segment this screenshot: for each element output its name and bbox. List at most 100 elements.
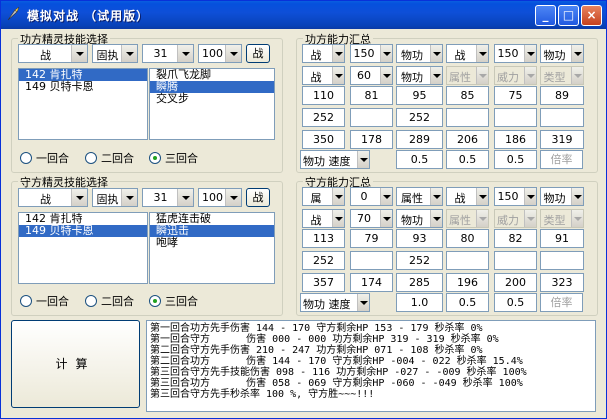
defender-mode-combo[interactable]: 物功 速度 <box>300 293 370 312</box>
defender-multiplier-cell[interactable]: 倍率 <box>540 293 583 312</box>
attacker-row2-combo-5[interactable]: 类型 <box>540 66 584 85</box>
attacker-stat-cell[interactable]: 319 <box>540 130 584 149</box>
defender-stat-cell[interactable]: 91 <box>540 229 584 248</box>
attacker-row2-combo-3[interactable]: 属性 <box>446 66 489 85</box>
defender-stat-cell[interactable]: 113 <box>302 229 345 248</box>
attacker-row2-combo-4[interactable]: 威力 <box>494 66 537 85</box>
defender-radio-3[interactable]: 三回合 <box>149 293 198 309</box>
defender-radio-1[interactable]: 一回合 <box>20 293 69 309</box>
attacker-stat-cell[interactable] <box>494 108 537 127</box>
defender-stat-cell[interactable] <box>494 251 537 270</box>
maximize-button[interactable]: □ <box>558 5 579 26</box>
defender-stat-cell[interactable]: 357 <box>302 273 345 292</box>
attacker-radio-2[interactable]: 二回合 <box>85 150 134 166</box>
attacker-stat-cell[interactable]: 186 <box>494 130 537 149</box>
attacker-mode-combo[interactable]: 物功 速度 <box>300 150 370 169</box>
attacker-row2-combo-2[interactable]: 物功 <box>396 66 443 85</box>
defender-stat-cell[interactable]: 200 <box>494 273 537 292</box>
attacker-row2-combo-0[interactable]: 战 <box>302 66 345 85</box>
defender-row1-combo-5[interactable]: 物功 <box>540 187 584 206</box>
defender-stat-cell[interactable]: 252 <box>396 251 443 270</box>
defender-row2-combo-2[interactable]: 物功 <box>396 209 443 228</box>
defender-type-combo[interactable]: 战 <box>18 188 88 207</box>
defender-stat-cell[interactable]: 80 <box>446 229 489 248</box>
attacker-pet-list[interactable]: 142 肯扎特 149 贝特卡恩 <box>18 68 148 140</box>
attacker-stat-cell[interactable]: 350 <box>302 130 345 149</box>
defender-multiplier-cell[interactable]: 0.5 <box>494 293 537 312</box>
attacker-row1-combo-0[interactable]: 战 <box>302 44 345 63</box>
defender-stat-cell[interactable]: 82 <box>494 229 537 248</box>
attacker-radio-3[interactable]: 三回合 <box>149 150 198 166</box>
attacker-hp-combo[interactable]: 100 <box>198 44 242 63</box>
attacker-stat-cell[interactable]: 89 <box>540 86 584 105</box>
defender-skill-list[interactable]: 猛虎连击破 瞬迅击 咆哮 <box>149 212 275 284</box>
attacker-stat-cell[interactable]: 85 <box>446 86 489 105</box>
defender-stat-cell[interactable] <box>446 251 489 270</box>
defender-stat-cell[interactable]: 323 <box>540 273 584 292</box>
attacker-skill-list[interactable]: 裂爪飞龙脚 瞬腾 交叉步 <box>149 68 275 140</box>
minimize-button[interactable]: _ <box>535 5 556 26</box>
list-item[interactable]: 交叉步 <box>150 93 274 105</box>
attacker-row1-combo-4[interactable]: 150 <box>494 44 537 63</box>
list-item[interactable]: 149 贝特卡恩 <box>19 81 147 93</box>
attacker-level-combo[interactable]: 31 <box>142 44 194 63</box>
list-item[interactable]: 149 贝特卡恩 <box>19 225 147 237</box>
attacker-stat-cell[interactable]: 81 <box>350 86 393 105</box>
defender-multiplier-cell[interactable]: 1.0 <box>396 293 443 312</box>
defender-row2-combo-5[interactable]: 类型 <box>540 209 584 228</box>
defender-multiplier-cell[interactable]: 0.5 <box>446 293 489 312</box>
defender-row1-combo-2[interactable]: 属性 <box>396 187 443 206</box>
defender-stat-cell[interactable]: 174 <box>350 273 393 292</box>
defender-type-button[interactable]: 战 <box>246 188 270 207</box>
attacker-stat-cell[interactable]: 75 <box>494 86 537 105</box>
defender-row1-combo-3[interactable]: 战 <box>446 187 489 206</box>
attacker-multiplier-cell[interactable]: 0.5 <box>396 150 443 169</box>
attacker-type-combo[interactable]: 战 <box>18 44 88 63</box>
defender-row1-combo-4[interactable]: 150 <box>494 187 537 206</box>
title-bar[interactable]: 模拟对战 （试用版） _ □ × <box>1 1 606 29</box>
attacker-stat-cell[interactable]: 252 <box>396 108 443 127</box>
defender-row2-combo-3[interactable]: 属性 <box>446 209 489 228</box>
defender-row2-combo-1[interactable]: 70 <box>350 209 393 228</box>
attacker-radio-1[interactable]: 一回合 <box>20 150 69 166</box>
close-button[interactable]: × <box>581 5 602 26</box>
attacker-stat-cell[interactable]: 178 <box>350 130 393 149</box>
attacker-stat-cell[interactable]: 206 <box>446 130 489 149</box>
defender-stat-cell[interactable]: 196 <box>446 273 489 292</box>
defender-row2-combo-4[interactable]: 威力 <box>494 209 537 228</box>
defender-level-combo[interactable]: 31 <box>142 188 194 207</box>
attacker-multiplier-cell[interactable]: 0.5 <box>446 150 489 169</box>
defender-row2-combo-0[interactable]: 战 <box>302 209 345 228</box>
attacker-row1-combo-3[interactable]: 战 <box>446 44 489 63</box>
attacker-row1-combo-2[interactable]: 物功 <box>396 44 443 63</box>
attacker-row2-combo-1[interactable]: 60 <box>350 66 393 85</box>
combo-value: 物功 速度 <box>303 298 351 311</box>
defender-stat-cell[interactable] <box>540 251 584 270</box>
attacker-type-button[interactable]: 战 <box>246 44 270 63</box>
attacker-stat-cell[interactable] <box>540 108 584 127</box>
attacker-nature-combo[interactable]: 固执 <box>92 44 138 63</box>
defender-stat-cell[interactable]: 79 <box>350 229 393 248</box>
attacker-multiplier-cell[interactable]: 0.5 <box>494 150 537 169</box>
attacker-row1-combo-1[interactable]: 150 <box>350 44 393 63</box>
attacker-stat-cell[interactable]: 110 <box>302 86 345 105</box>
defender-pet-list[interactable]: 142 肯扎特 149 贝特卡恩 <box>18 212 148 284</box>
calculate-button[interactable]: 计算 <box>11 320 140 408</box>
attacker-stat-cell[interactable]: 95 <box>396 86 443 105</box>
attacker-row1-combo-5[interactable]: 物功 <box>540 44 584 63</box>
defender-hp-combo[interactable]: 100 <box>198 188 242 207</box>
attacker-stat-cell[interactable]: 252 <box>302 108 345 127</box>
defender-stat-cell[interactable]: 285 <box>396 273 443 292</box>
defender-nature-combo[interactable]: 固执 <box>92 188 138 207</box>
attacker-stat-cell[interactable] <box>350 108 393 127</box>
defender-row1-combo-0[interactable]: 属 <box>302 187 345 206</box>
attacker-multiplier-cell[interactable]: 倍率 <box>540 150 583 169</box>
attacker-stat-cell[interactable] <box>446 108 489 127</box>
list-item[interactable]: 咆哮 <box>150 237 274 249</box>
defender-stat-cell[interactable] <box>350 251 393 270</box>
defender-stat-cell[interactable]: 252 <box>302 251 345 270</box>
defender-radio-2[interactable]: 二回合 <box>85 293 134 309</box>
attacker-stat-cell[interactable]: 289 <box>396 130 443 149</box>
defender-row1-combo-1[interactable]: 0 <box>350 187 393 206</box>
defender-stat-cell[interactable]: 93 <box>396 229 443 248</box>
